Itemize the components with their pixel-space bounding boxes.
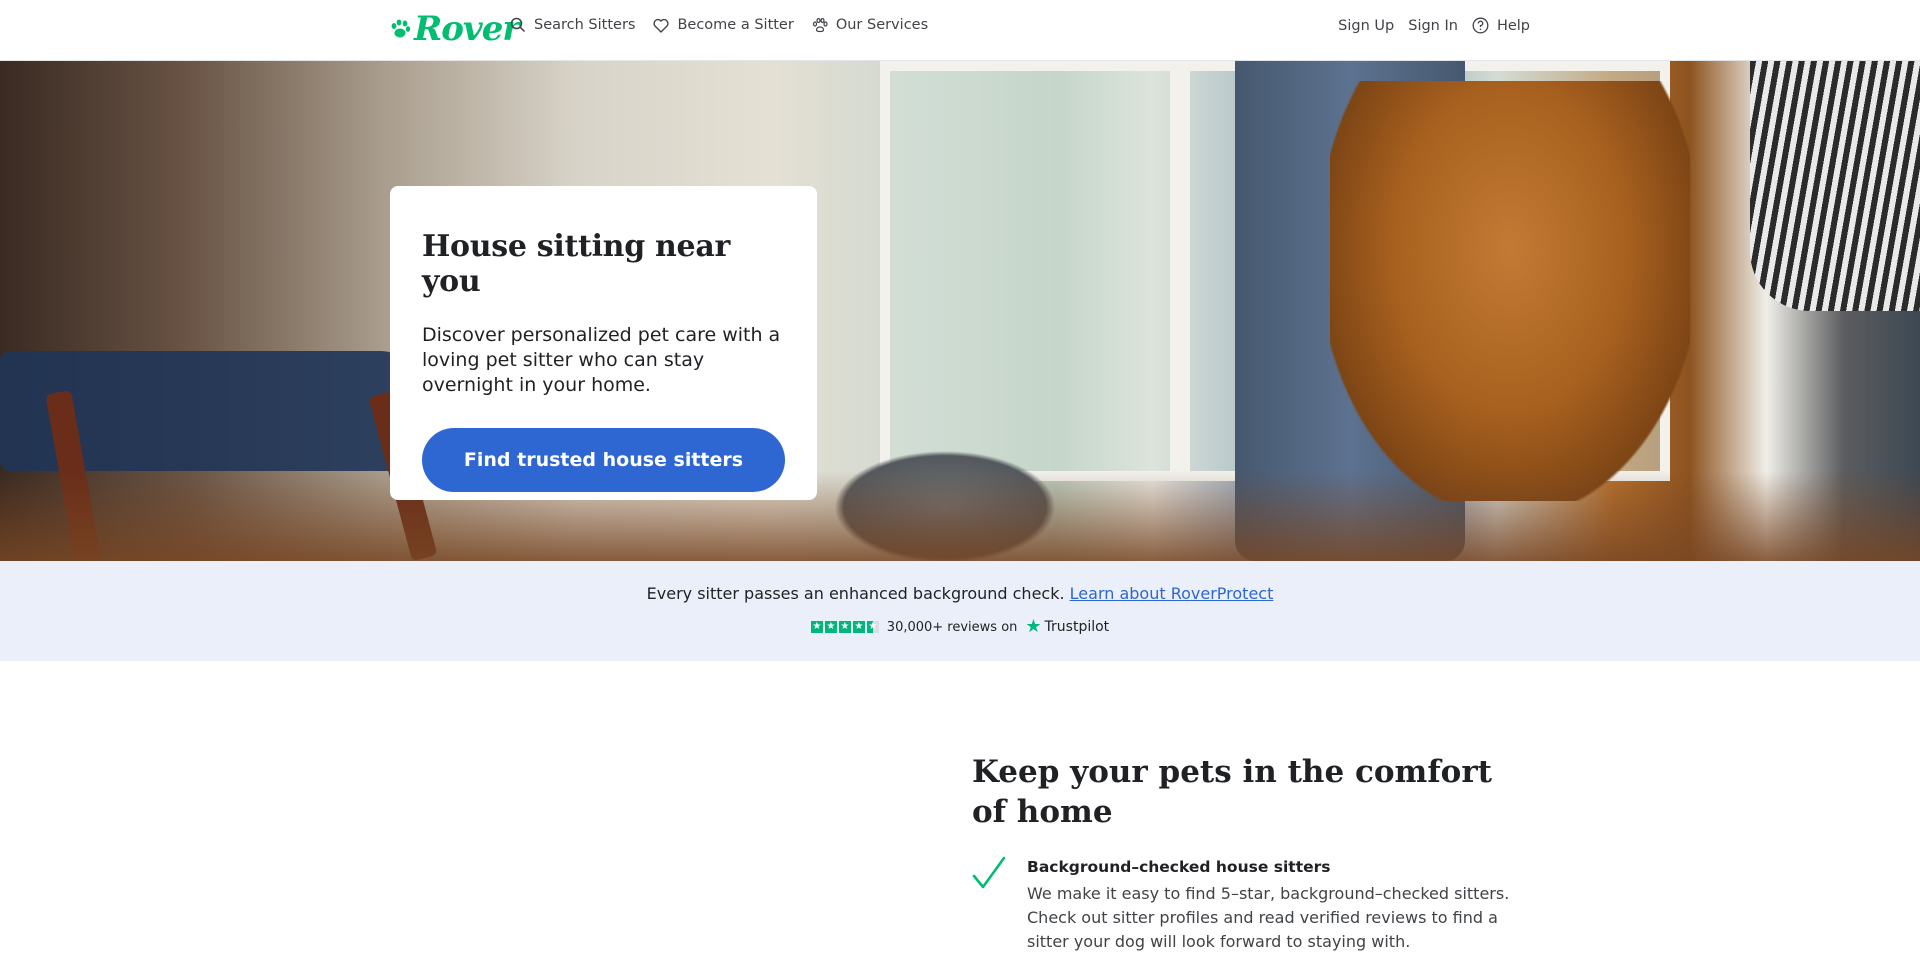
- trust-text: Every sitter passes an enhanced backgrou…: [646, 584, 1065, 603]
- nav-our-services[interactable]: Our Services: [812, 17, 928, 33]
- search-icon: [510, 17, 526, 33]
- nav-our-services-label: Our Services: [835, 17, 929, 33]
- feature-title: Background–checked house sitters: [1027, 858, 1331, 876]
- hero-section: House sitting near you Discover personal…: [0, 61, 1920, 561]
- feature-description: We make it easy to find 5–star, backgrou…: [1027, 884, 1510, 951]
- star-icon: ★: [824, 621, 837, 633]
- hero-photo-dog: [1330, 81, 1690, 501]
- star-icon: ★: [852, 621, 865, 633]
- star-icon: ★: [810, 621, 823, 633]
- nav-become-sitter[interactable]: Become a Sitter: [653, 17, 794, 33]
- feature-item: Background–checked house sitters We make…: [972, 856, 1532, 954]
- heart-icon: [653, 18, 670, 33]
- account-nav: Sign Up Sign In Help: [1338, 17, 1530, 34]
- site-header: Rover Search Sitters Become a Sitter Our…: [0, 0, 1920, 61]
- trustpilot-star-icon: ★: [1025, 616, 1042, 637]
- hero-title: House sitting near you: [422, 229, 730, 299]
- hero-photo-striped-shirt: [1750, 61, 1920, 311]
- review-count: 30,000+ reviews on: [886, 619, 1018, 635]
- help-icon: [1472, 17, 1489, 34]
- star-icon: ★: [838, 621, 851, 633]
- trustpilot-brand: ★ Trustpilot: [1025, 618, 1109, 636]
- find-sitters-button[interactable]: Find trusted house sitters: [422, 428, 785, 492]
- nav-search-sitters[interactable]: Search Sitters: [510, 17, 635, 33]
- main-nav: Search Sitters Become a Sitter Our Servi…: [510, 17, 928, 33]
- rover-logo[interactable]: Rover: [389, 9, 520, 49]
- help-link[interactable]: Help: [1472, 17, 1530, 34]
- roverprotect-link[interactable]: Learn about RoverProtect: [1070, 584, 1274, 603]
- trustpilot-reviews[interactable]: ★ ★ ★ ★ ★ 30,000+ reviews on ★ Trustpilo…: [0, 618, 1920, 636]
- hero-description: Discover personalized pet care with a lo…: [422, 324, 781, 396]
- half-star-icon: ★: [866, 621, 879, 633]
- trustpilot-rating-stars: ★ ★ ★ ★ ★: [810, 621, 879, 633]
- trustpilot-brand-label: Trustpilot: [1044, 619, 1110, 635]
- paw-logo-icon: [389, 18, 411, 40]
- help-label: Help: [1496, 17, 1530, 34]
- paw-icon: [812, 17, 828, 33]
- hero-card: House sitting near you Discover personal…: [390, 186, 817, 500]
- trust-statement: Every sitter passes an enhanced backgrou…: [0, 584, 1920, 603]
- nav-search-sitters-label: Search Sitters: [534, 17, 636, 33]
- hero-photo-window-left: [880, 61, 1180, 481]
- comfort-title: Keep your pets in the comfort of home: [972, 754, 1492, 830]
- sign-in-link[interactable]: Sign In: [1408, 18, 1458, 34]
- nav-become-sitter-label: Become a Sitter: [677, 17, 794, 33]
- comfort-section: Keep your pets in the comfort of home Ba…: [972, 752, 1532, 954]
- hero-photo-floor: [0, 471, 1920, 561]
- logo-text: Rover: [414, 9, 520, 49]
- trust-banner: Every sitter passes an enhanced backgrou…: [0, 561, 1920, 661]
- sign-up-link[interactable]: Sign Up: [1338, 18, 1394, 34]
- checkmark-icon: [972, 856, 1006, 894]
